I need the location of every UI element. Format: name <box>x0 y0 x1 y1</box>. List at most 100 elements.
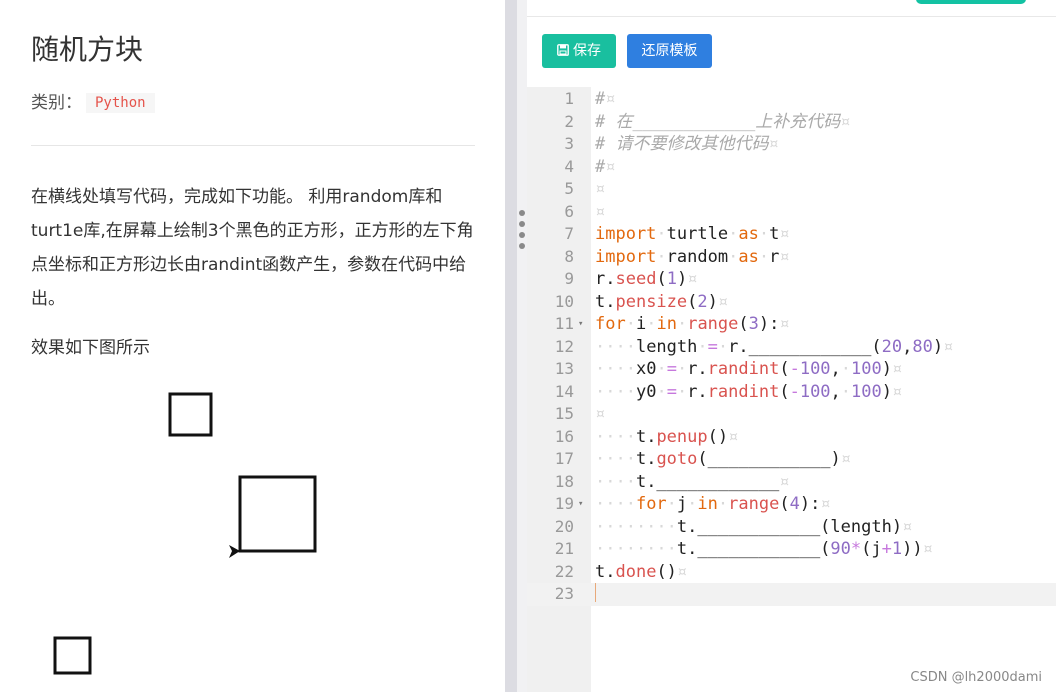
code-text: import·random·as·r¤ <box>595 246 790 269</box>
problem-title: 随机方块 <box>31 33 144 66</box>
code-text: ¤ <box>595 403 605 426</box>
restore-template-button[interactable]: 还原模板 <box>627 34 712 68</box>
drag-handle-icon[interactable] <box>519 210 527 254</box>
code-token: # 在____________上补充代码 <box>595 111 841 132</box>
line-number: 14 <box>554 381 574 401</box>
code-token: · <box>697 336 708 357</box>
code-line[interactable]: 1 #¤ <box>527 88 1056 111</box>
code-line[interactable]: 11 ▾ for·i·in·range(3):¤ <box>527 313 1056 336</box>
code-token: , <box>830 359 841 379</box>
code-line[interactable]: 14 ····y0·=·r.randint(-100,·100)¤ <box>527 381 1056 404</box>
code-token: 4 <box>789 494 800 514</box>
code-token: ···· <box>595 449 636 469</box>
code-line[interactable]: 22 t.done()¤ <box>527 561 1056 584</box>
code-token: r <box>769 246 780 267</box>
code-token: = <box>666 359 677 379</box>
code-line[interactable]: 9 r.seed(1)¤ <box>527 268 1056 291</box>
code-line[interactable]: 15 ¤ <box>527 403 1056 426</box>
code-text <box>595 583 596 606</box>
code-line[interactable]: 7 import·turtle·as·t¤ <box>527 223 1056 246</box>
line-number: 11 <box>554 314 574 333</box>
code-line[interactable]: 18 ····t.____________¤ <box>527 471 1056 494</box>
code-line[interactable]: 3 # 请不要修改其他代码¤ <box>527 133 1056 156</box>
code-token: ): <box>799 494 821 514</box>
code-token: 1 <box>666 269 677 289</box>
code-text: ····length·=·r.____________(20,80)¤ <box>595 336 953 359</box>
code-line[interactable]: 5 ¤ <box>527 178 1056 201</box>
code-token: # <box>595 89 606 109</box>
code-token: seed <box>615 269 657 289</box>
line-number: 6 <box>564 201 574 221</box>
code-token: ( <box>779 381 790 402</box>
code-line[interactable]: 12 ····length·=·r.____________(20,80)¤ <box>527 336 1056 359</box>
code-token: (____________) <box>697 449 841 469</box>
line-number: 5 <box>564 179 574 198</box>
code-text: ¤ <box>595 201 605 224</box>
code-token: 3 <box>748 314 759 334</box>
code-line[interactable]: 17 ····t.goto(____________)¤ <box>527 448 1056 471</box>
code-token: for <box>635 494 667 514</box>
code-token: · <box>758 246 770 267</box>
code-token: ) <box>676 269 688 289</box>
code-token: 100 <box>799 381 831 402</box>
save-label: 保存 <box>573 43 601 59</box>
line-number: 21 <box>554 539 574 558</box>
code-token: () <box>707 426 729 447</box>
code-line[interactable]: 20 ········t.____________(length)¤ <box>527 516 1056 539</box>
code-editor[interactable]: 1 #¤ 2 # 在____________上补充代码¤ 3 # 请不要修改其他代码¤ 4 #… <box>527 87 1056 692</box>
code-token: ········ <box>595 516 677 537</box>
code-token: as <box>738 224 759 244</box>
code-token: ¤ <box>605 89 616 109</box>
code-line[interactable]: 13 ····x0·=·r.randint(-100,·100)¤ <box>527 358 1056 381</box>
code-token: · <box>676 359 688 379</box>
code-token: t.____________ <box>635 471 780 492</box>
line-number: 2 <box>564 111 574 131</box>
code-token: as <box>738 246 759 267</box>
square-large <box>238 475 317 553</box>
fold-arrow-icon[interactable]: ▾ <box>578 313 583 336</box>
code-token: · <box>687 494 698 514</box>
code-token: = <box>666 381 677 402</box>
code-token: ········ <box>595 539 677 559</box>
problem-panel: 随机方块 类别： Python 在横线处填写代码，完成如下功能。 利用random… <box>0 0 505 692</box>
code-token: for <box>595 314 626 334</box>
panel-splitter[interactable] <box>505 0 527 692</box>
code-token: t. <box>635 426 657 447</box>
code-token: x0 <box>635 359 657 379</box>
line-number: 12 <box>554 336 574 356</box>
code-line[interactable]: 23 <box>527 583 1056 606</box>
code-token: ) <box>881 359 893 379</box>
code-token: * <box>850 539 862 559</box>
code-token: · <box>656 246 667 267</box>
code-token: · <box>676 314 688 334</box>
code-line[interactable]: 16 ····t.penup()¤ <box>527 426 1056 449</box>
code-token: 2 <box>697 291 708 312</box>
code-text: for·i·in·range(3):¤ <box>595 313 790 336</box>
code-text: ········t.____________(90*(j+1))¤ <box>595 538 933 561</box>
line-number: 18 <box>554 471 574 491</box>
code-token: r. <box>595 269 616 289</box>
code-token: r. <box>687 381 708 402</box>
code-line[interactable]: 19 ▾ ····for·j·in·range(4):¤ <box>527 493 1056 516</box>
code-line[interactable]: 2 # 在____________上补充代码¤ <box>527 111 1056 134</box>
fold-arrow-icon[interactable]: ▾ <box>578 493 583 516</box>
save-button[interactable]: 保存 <box>542 34 616 68</box>
code-text: ····y0·=·r.randint(-100,·100)¤ <box>595 381 902 404</box>
code-line[interactable]: 8 import·random·as·r¤ <box>527 246 1056 269</box>
code-token: () <box>656 561 677 582</box>
code-token: ) <box>932 336 944 357</box>
code-line[interactable]: 4 #¤ <box>527 156 1056 179</box>
code-token: · <box>666 494 677 514</box>
code-token: · <box>656 359 667 379</box>
code-token: in <box>697 494 718 514</box>
code-token: t.____________(length) <box>676 516 903 537</box>
code-line[interactable]: 10 t.pensize(2)¤ <box>527 291 1056 314</box>
line-number: 19 <box>554 494 574 513</box>
code-token: 100 <box>851 381 882 402</box>
code-line[interactable]: 21 ········t.____________(90*(j+1))¤ <box>527 538 1056 561</box>
code-token: t. <box>595 561 616 582</box>
code-token: turtle <box>666 224 729 244</box>
code-line[interactable]: 6 ¤ <box>527 201 1056 224</box>
code-token: · <box>717 336 729 357</box>
floppy-disk-icon <box>557 44 569 56</box>
